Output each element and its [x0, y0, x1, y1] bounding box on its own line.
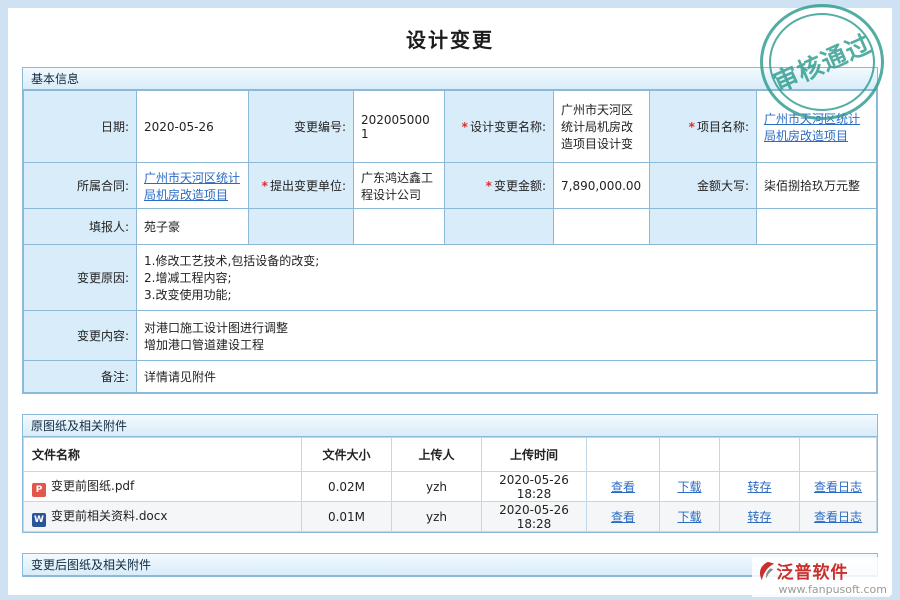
file-name: 变更前图纸.pdf — [51, 479, 134, 493]
file-upload-time: 2020-05-26 18:28 — [482, 472, 587, 502]
change-no-value: 2020050001 — [354, 91, 445, 163]
empty-label-cell — [249, 209, 354, 245]
unit-value: 广东鸿达鑫工程设计公司 — [354, 163, 445, 209]
table-row: 备注: 详情请见附件 — [24, 361, 877, 393]
view-link[interactable]: 查看 — [611, 480, 635, 494]
approval-stamp: 审核通过 — [760, 4, 884, 120]
date-label: 日期: — [24, 91, 137, 163]
table-row: 变更原因: 1.修改工艺技术,包括设备的改变; 2.增减工程内容; 3.改变使用… — [24, 245, 877, 311]
reason-value: 1.修改工艺技术,包括设备的改变; 2.增减工程内容; 3.改变使用功能; — [137, 245, 877, 311]
reason-label: 变更原因: — [24, 245, 137, 311]
table-row: W 变更前相关资料.docx 0.01M yzh 2020-05-26 18:28… — [24, 502, 877, 532]
view-log-link[interactable]: 查看日志 — [814, 510, 862, 524]
reporter-value: 苑子豪 — [137, 209, 249, 245]
empty-header-cell — [720, 438, 800, 472]
amount-label: *变更金额: — [445, 163, 554, 209]
view-log-link[interactable]: 查看日志 — [814, 480, 862, 494]
file-name-cell: P 变更前图纸.pdf — [24, 472, 302, 502]
attachments-before-header: 原图纸及相关附件 — [23, 415, 877, 437]
attachments-after-section: 变更后图纸及相关附件 — [22, 553, 878, 577]
save-as-action-cell: 转存 — [720, 502, 800, 532]
contract-link[interactable]: 广州市天河区统计局机房改造项目 — [144, 171, 240, 202]
view-link[interactable]: 查看 — [611, 510, 635, 524]
change-name-value: 广州市天河区统计局机房改造项目设计变 — [554, 91, 650, 163]
save-as-link[interactable]: 转存 — [747, 480, 771, 494]
fanpu-logo-icon — [755, 560, 777, 582]
contract-label: 所属合同: — [24, 163, 137, 209]
change-no-label: 变更编号: — [249, 91, 354, 163]
remark-value: 详情请见附件 — [137, 361, 877, 393]
pdf-file-icon: P — [32, 483, 46, 497]
empty-value-cell — [354, 209, 445, 245]
fanpu-brand-row: 泛普软件 — [755, 558, 887, 583]
amount-words-value: 柒佰捌拾玖万元整 — [757, 163, 877, 209]
reporter-label: 填报人: — [24, 209, 137, 245]
empty-value-cell — [554, 209, 650, 245]
page: 设计变更 基本信息 日期: 2020-05-26 变更编号: 202005000… — [0, 0, 900, 600]
file-size: 0.02M — [302, 472, 392, 502]
download-link[interactable]: 下载 — [677, 480, 701, 494]
empty-header-cell — [800, 438, 877, 472]
basic-info-table: 日期: 2020-05-26 变更编号: 2020050001 *设计变更名称:… — [23, 90, 877, 393]
file-size-header: 文件大小 — [302, 438, 392, 472]
file-name-cell: W 变更前相关资料.docx — [24, 502, 302, 532]
brand-url: www.fanpusoft.com — [779, 583, 887, 596]
attachments-after-header: 变更后图纸及相关附件 — [23, 554, 877, 576]
download-action-cell: 下载 — [660, 502, 720, 532]
required-marker: * — [462, 120, 468, 134]
unit-label: *提出变更单位: — [249, 163, 354, 209]
amount-value: 7,890,000.00 — [554, 163, 650, 209]
file-uploader: yzh — [392, 472, 482, 502]
file-name: 变更前相关资料.docx — [51, 509, 167, 523]
table-row: P 变更前图纸.pdf 0.02M yzh 2020-05-26 18:28 查看… — [24, 472, 877, 502]
word-file-icon: W — [32, 513, 46, 527]
content-label: 变更内容: — [24, 311, 137, 361]
view-log-action-cell: 查看日志 — [800, 472, 877, 502]
basic-info-section: 基本信息 日期: 2020-05-26 变更编号: 2020050001 *设计… — [22, 67, 878, 394]
table-row: 所属合同: 广州市天河区统计局机房改造项目 *提出变更单位: 广东鸿达鑫工程设计… — [24, 163, 877, 209]
download-action-cell: 下载 — [660, 472, 720, 502]
file-name-header: 文件名称 — [24, 438, 302, 472]
project-name-label: *项目名称: — [650, 91, 757, 163]
empty-header-cell — [587, 438, 660, 472]
required-marker: * — [486, 179, 492, 193]
empty-label-cell — [650, 209, 757, 245]
amount-words-label: 金额大写: — [650, 163, 757, 209]
attachments-before-section: 原图纸及相关附件 文件名称 文件大小 上传人 上传时间 — [22, 414, 878, 533]
required-marker: * — [689, 120, 695, 134]
date-value: 2020-05-26 — [137, 91, 249, 163]
table-row: 日期: 2020-05-26 变更编号: 2020050001 *设计变更名称:… — [24, 91, 877, 163]
empty-label-cell — [445, 209, 554, 245]
view-log-action-cell: 查看日志 — [800, 502, 877, 532]
download-link[interactable]: 下载 — [677, 510, 701, 524]
file-upload-time: 2020-05-26 18:28 — [482, 502, 587, 532]
empty-header-cell — [660, 438, 720, 472]
remark-label: 备注: — [24, 361, 137, 393]
fanpu-watermark: 泛普软件 www.fanpusoft.com — [752, 557, 890, 597]
uploader-header: 上传人 — [392, 438, 482, 472]
brand-name: 泛普软件 — [777, 558, 849, 583]
change-name-label: *设计变更名称: — [445, 91, 554, 163]
contract-value: 广州市天河区统计局机房改造项目 — [137, 163, 249, 209]
upload-time-header: 上传时间 — [482, 438, 587, 472]
file-size: 0.01M — [302, 502, 392, 532]
content-value: 对港口施工设计图进行调整 增加港口管道建设工程 — [137, 311, 877, 361]
table-row: 填报人: 苑子豪 — [24, 209, 877, 245]
attachments-header-row: 文件名称 文件大小 上传人 上传时间 — [24, 438, 877, 472]
save-as-link[interactable]: 转存 — [747, 510, 771, 524]
view-action-cell: 查看 — [587, 502, 660, 532]
save-as-action-cell: 转存 — [720, 472, 800, 502]
table-row: 变更内容: 对港口施工设计图进行调整 增加港口管道建设工程 — [24, 311, 877, 361]
basic-info-section-header: 基本信息 — [23, 68, 877, 90]
view-action-cell: 查看 — [587, 472, 660, 502]
required-marker: * — [262, 179, 268, 193]
file-uploader: yzh — [392, 502, 482, 532]
attachments-before-table: 文件名称 文件大小 上传人 上传时间 P 变更前图纸.pdf 0.02M yzh … — [23, 437, 877, 532]
empty-value-cell — [757, 209, 877, 245]
